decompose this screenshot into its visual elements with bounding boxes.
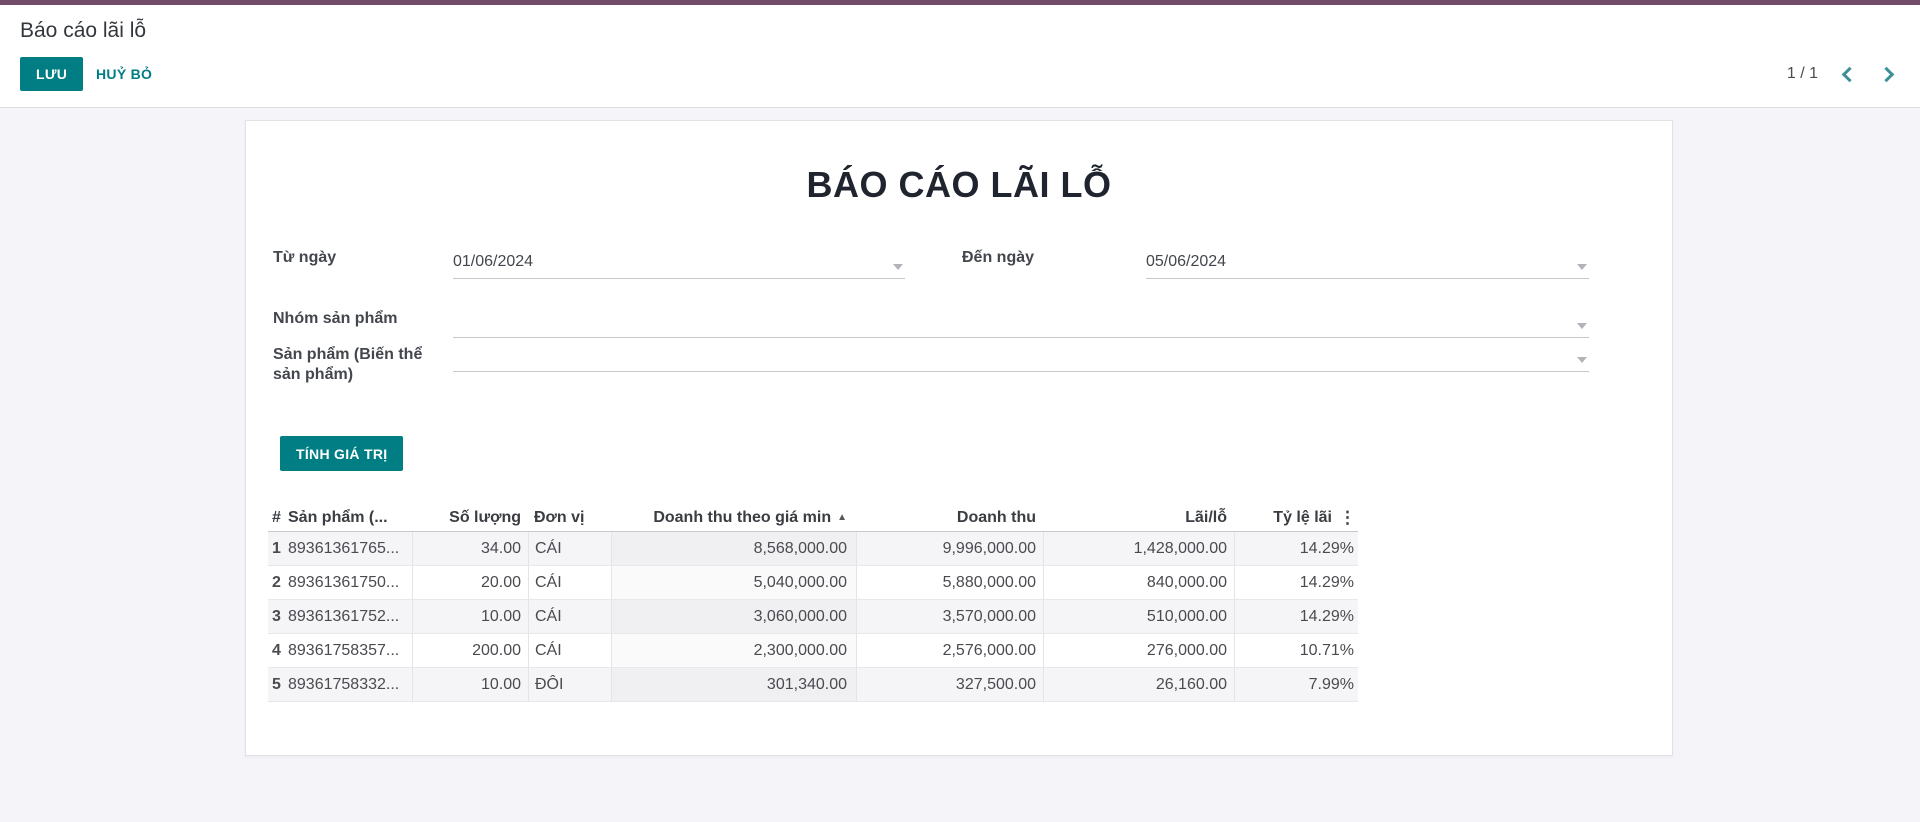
col-header-unit[interactable]: Đơn vị [528,504,611,531]
to-date-field [1146,249,1589,279]
pager-counter: 1 / 1 [1787,65,1818,83]
cell-unit: ĐÔI [528,668,611,701]
cell-margin: 14.29% [1234,532,1358,565]
cell-unit: CÁI [528,532,611,565]
table-body: 1 89361361765... 34.00 CÁI 8,568,000.00 … [268,532,1358,702]
col-header-index[interactable]: # [268,504,288,531]
cell-revenue-min: 8,568,000.00 [611,532,856,565]
product-variant-caret-icon[interactable] [1577,357,1587,363]
cell-margin: 14.29% [1234,600,1358,633]
table-row[interactable]: 1 89361361765... 34.00 CÁI 8,568,000.00 … [268,532,1358,566]
from-date-input[interactable] [453,249,905,278]
cell-index: 3 [268,600,288,633]
to-date-input[interactable] [1146,249,1589,278]
cancel-button[interactable]: HUỶ BỎ [88,57,160,91]
cell-revenue: 2,576,000.00 [856,634,1043,667]
product-group-label: Nhóm sản phẩm [273,309,397,329]
cell-quantity: 20.00 [412,566,528,599]
product-group-field [453,308,1589,338]
cell-revenue-min: 3,060,000.00 [611,600,856,633]
cell-profit: 840,000.00 [1043,566,1234,599]
table-header-row: # Sản phẩm (... Số lượng Đơn vị Doanh th… [268,504,1358,532]
from-date-field [453,249,905,279]
cell-quantity: 200.00 [412,634,528,667]
cell-profit: 510,000.00 [1043,600,1234,633]
cell-revenue-min: 2,300,000.00 [611,634,856,667]
table-row[interactable]: 5 89361758332... 10.00 ĐÔI 301,340.00 32… [268,668,1358,702]
cell-revenue-min: 5,040,000.00 [611,566,856,599]
col-header-quantity[interactable]: Số lượng [412,504,528,531]
product-group-input[interactable] [453,308,1589,337]
from-date-label: Từ ngày [273,248,336,268]
to-date-caret-icon[interactable] [1577,264,1587,270]
cell-margin: 10.71% [1234,634,1358,667]
col-header-product[interactable]: Sản phẩm (... [288,504,412,531]
cell-revenue-min: 301,340.00 [611,668,856,701]
status-bar: Báo cáo lãi lỗ LƯU HUỶ BỎ 1 / 1 [0,5,1920,108]
cell-index: 2 [268,566,288,599]
report-form-card: BÁO CÁO LÃI LỖ Từ ngày Đến ngày Nhóm sản… [245,120,1673,756]
chevron-left-icon[interactable] [1842,66,1858,82]
cell-index: 4 [268,634,288,667]
cell-product: 89361361750... [288,566,412,599]
cell-profit: 1,428,000.00 [1043,532,1234,565]
cell-revenue: 327,500.00 [856,668,1043,701]
cell-profit: 26,160.00 [1043,668,1234,701]
cell-product: 89361758332... [288,668,412,701]
col-header-revenue-min-label: Doanh thu theo giá min [653,509,831,527]
product-variant-label: Sản phẩm (Biến thể sản phẩm) [273,345,423,385]
sort-asc-icon: ▲ [837,512,847,523]
screen: Báo cáo lãi lỗ LƯU HUỶ BỎ 1 / 1 BÁO CÁO … [0,0,1920,822]
table-row[interactable]: 2 89361361750... 20.00 CÁI 5,040,000.00 … [268,566,1358,600]
col-header-revenue-min[interactable]: Doanh thu theo giá min ▲ [611,504,856,531]
pager: 1 / 1 [1787,65,1892,83]
cell-product: 89361361752... [288,600,412,633]
product-variant-input[interactable] [453,342,1589,371]
product-variant-field [453,342,1589,372]
breadcrumb-title: Báo cáo lãi lỗ [20,19,146,43]
cell-unit: CÁI [528,566,611,599]
cell-quantity: 34.00 [412,532,528,565]
cell-revenue: 5,880,000.00 [856,566,1043,599]
to-date-label: Đến ngày [962,248,1034,268]
cell-index: 5 [268,668,288,701]
cell-product: 89361361765... [288,532,412,565]
save-button[interactable]: LƯU [20,57,83,91]
result-table: # Sản phẩm (... Số lượng Đơn vị Doanh th… [268,504,1358,702]
cell-index: 1 [268,532,288,565]
cell-product: 89361758357... [288,634,412,667]
content-area: BÁO CÁO LÃI LỖ Từ ngày Đến ngày Nhóm sản… [0,109,1920,822]
col-header-revenue[interactable]: Doanh thu [856,504,1043,531]
cell-quantity: 10.00 [412,600,528,633]
from-date-caret-icon[interactable] [893,264,903,270]
report-title: BÁO CÁO LÃI LỖ [246,164,1672,206]
cell-revenue: 3,570,000.00 [856,600,1043,633]
optional-columns-kebab-icon[interactable]: ⋮ [1339,508,1356,528]
cell-margin: 14.29% [1234,566,1358,599]
cell-profit: 276,000.00 [1043,634,1234,667]
cell-unit: CÁI [528,634,611,667]
cell-revenue: 9,996,000.00 [856,532,1043,565]
chevron-right-icon[interactable] [1879,66,1895,82]
cell-unit: CÁI [528,600,611,633]
table-row[interactable]: 4 89361758357... 200.00 CÁI 2,300,000.00… [268,634,1358,668]
compute-values-button[interactable]: TÍNH GIÁ TRỊ [280,436,403,471]
cell-quantity: 10.00 [412,668,528,701]
table-row[interactable]: 3 89361361752... 10.00 CÁI 3,060,000.00 … [268,600,1358,634]
col-header-profit[interactable]: Lãi/lỗ [1043,504,1234,531]
cell-margin: 7.99% [1234,668,1358,701]
product-group-caret-icon[interactable] [1577,323,1587,329]
